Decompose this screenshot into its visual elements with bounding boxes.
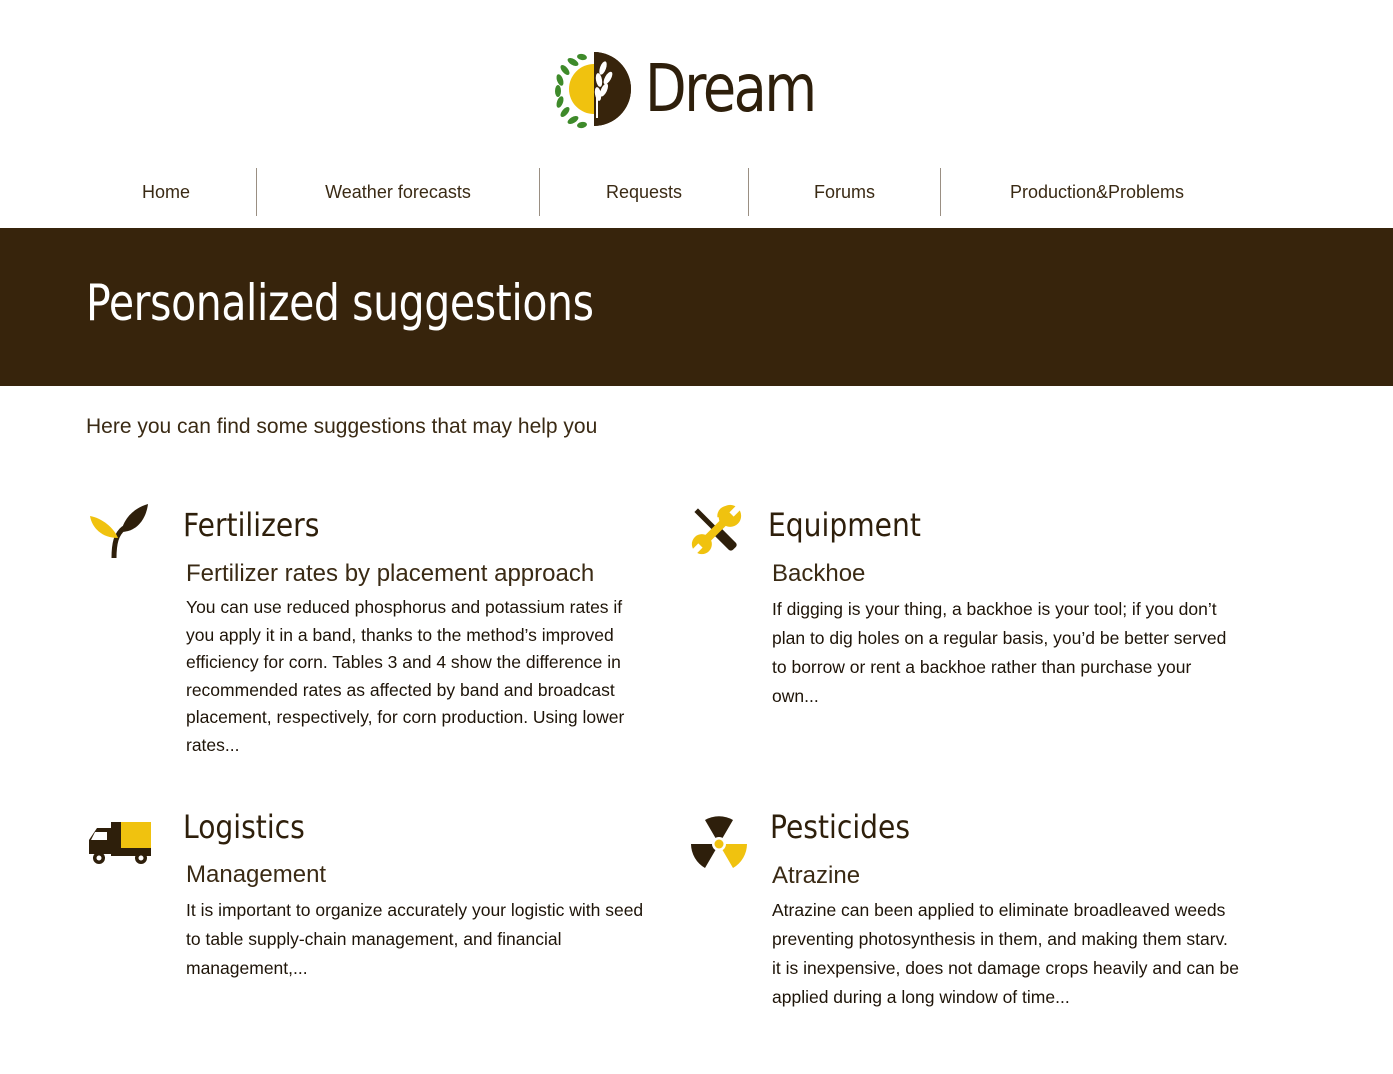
card-description: If digging is your thing, a backhoe is y…	[772, 599, 1227, 706]
plant-sprout-icon	[90, 504, 148, 559]
nav-item-forums[interactable]: Forums	[750, 168, 939, 216]
card-description: It is important to organize accurately y…	[186, 900, 644, 978]
brand-logo[interactable]: Dream	[553, 48, 852, 130]
card-description: Atrazine can been applied to eliminate b…	[772, 896, 1250, 1012]
card-description-line: it is inexpensive, does not damage crops…	[772, 958, 1239, 1007]
card-subtitle[interactable]: Management	[186, 861, 326, 889]
nav-divider	[748, 168, 749, 216]
card-title[interactable]: Equipment	[768, 506, 921, 544]
card-subtitle[interactable]: Atrazine	[772, 862, 860, 890]
wheat-sun-logo-icon	[555, 52, 631, 129]
card-description: You can use reduced phosphorus and potas…	[186, 597, 625, 755]
wrench-screwdriver-icon	[691, 504, 742, 555]
nav-item-home[interactable]: Home	[86, 168, 246, 216]
card-title[interactable]: Pesticides	[770, 808, 910, 846]
nav-item-production-problems[interactable]: Production&Problems	[942, 168, 1252, 216]
nav-item-requests[interactable]: Requests	[541, 168, 747, 216]
hero-banner: Personalized suggestions	[0, 228, 1393, 386]
nav-divider	[256, 168, 257, 216]
page-title: Personalized suggestions	[86, 274, 594, 332]
truck-icon	[89, 822, 151, 864]
card-title[interactable]: Fertilizers	[183, 506, 319, 544]
card-title[interactable]: Logistics	[183, 808, 305, 846]
card-subtitle[interactable]: Fertilizer rates by placement approach	[186, 560, 594, 588]
brand-name: Dream	[645, 50, 817, 127]
intro-text: Here you can find some suggestions that …	[86, 415, 598, 438]
card-description-line: Atrazine can been applied to eliminate b…	[772, 900, 1228, 949]
main-navigation: Home Weather forecasts Requests Forums P…	[0, 168, 1393, 216]
card-subtitle[interactable]: Backhoe	[772, 560, 865, 588]
radiation-hazard-icon	[691, 816, 747, 868]
nav-divider	[940, 168, 941, 216]
nav-divider	[539, 168, 540, 216]
nav-item-weather-forecasts[interactable]: Weather forecasts	[258, 168, 538, 216]
